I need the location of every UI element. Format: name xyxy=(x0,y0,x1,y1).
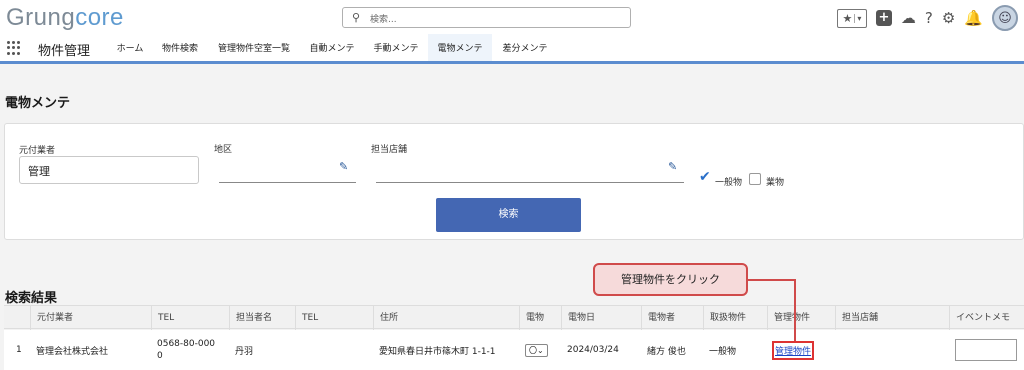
tab-auto-maintenance[interactable]: 自動メンテ xyxy=(302,34,362,64)
row-kanri-cell: 管理物件 xyxy=(767,330,835,370)
tanto-store-label: 担当店舗 xyxy=(371,145,408,155)
row-tel1-line1: 0568-80-000 xyxy=(157,339,216,349)
app-logo[interactable]: Grungcore xyxy=(6,4,124,32)
col-event-memo[interactable]: イベントメモ xyxy=(949,306,1024,330)
col-tanto-store[interactable]: 担当店舗 xyxy=(835,306,949,330)
favorites-button[interactable]: ★ ▾ xyxy=(836,8,867,28)
app-launcher-icon[interactable] xyxy=(7,41,21,55)
tab-diff-maintenance[interactable]: 差分メンテ xyxy=(496,34,554,64)
row-denbutsu-cell: 〇⌄ xyxy=(519,330,561,370)
row-toriatsukai: 一般物 xyxy=(709,346,737,357)
setup-assistant-icon[interactable]: ☁ xyxy=(901,10,916,26)
event-memo-input[interactable] xyxy=(955,339,1017,361)
row-tel1: 0568-80-000 0 xyxy=(151,330,229,370)
global-header: Grungcore ⚲ 検索... ★ ▾ + ☁ ? ⚙ 🔔 ☺ xyxy=(0,0,1024,34)
app-name: 物件管理 xyxy=(38,44,91,59)
col-index xyxy=(4,306,30,330)
bell-icon[interactable]: 🔔 xyxy=(964,10,983,26)
col-toriatsukai[interactable]: 取扱物件 xyxy=(703,306,767,330)
chiku-pencil-icon[interactable]: ✎ xyxy=(339,160,348,173)
col-motozuke[interactable]: 元付業者 xyxy=(30,306,151,330)
search-placeholder: 検索... xyxy=(370,15,397,25)
tab-denbutsu-maintenance[interactable]: 電物メンテ xyxy=(428,34,492,64)
denbutsu-select[interactable]: 〇⌄ xyxy=(525,343,548,357)
motozuke-label: 元付業者 xyxy=(19,146,56,156)
help-icon[interactable]: ? xyxy=(925,10,933,26)
chevron-down-icon: ▾ xyxy=(854,13,861,23)
chevron-down-icon: ⌄ xyxy=(537,345,544,355)
tab-vacancy-list[interactable]: 管理物件空室一覧 xyxy=(210,34,298,64)
col-kanri[interactable]: 管理物件 xyxy=(767,306,835,330)
row-event-memo-cell xyxy=(949,330,1024,370)
chiku-label: 地区 xyxy=(214,145,233,155)
col-address[interactable]: 住所 xyxy=(373,306,519,330)
search-button[interactable]: 検索 xyxy=(436,198,581,232)
col-tel2[interactable]: TEL xyxy=(295,306,373,330)
kanri-property-link[interactable]: 管理物件 xyxy=(772,340,815,360)
col-tel1[interactable]: TEL xyxy=(151,306,229,330)
col-tanto[interactable]: 担当者名 xyxy=(229,306,295,330)
app-nav-bar: 物件管理 ホーム 物件検索 管理物件空室一覧 自動メンテ 手動メンテ 電物メンテ… xyxy=(0,34,1024,64)
gyo-checkbox[interactable] xyxy=(749,173,761,185)
motozuke-input[interactable]: 管理 xyxy=(19,156,199,184)
row-denbutsu-person: 緒方 俊也 xyxy=(647,346,686,357)
logo-suffix: core xyxy=(75,4,124,31)
row-denbutsu-date: 2024/03/24 xyxy=(567,345,619,355)
results-title: 検索結果 xyxy=(5,291,58,306)
results-table-header: 元付業者 TEL 担当者名 TEL 住所 電物 電物日 電物者 取扱物件 管理物… xyxy=(4,305,1024,330)
row-address: 愛知県春日井市篠木町 1-1-1 xyxy=(379,346,496,357)
add-icon[interactable]: + xyxy=(875,10,892,26)
ippan-checkbox-label: 一般物 xyxy=(715,178,743,188)
row-tanto-store xyxy=(835,330,949,370)
row-tel1-line2: 0 xyxy=(157,351,163,361)
instruction-callout: 管理物件をクリック xyxy=(593,263,748,296)
col-denbutsu-person[interactable]: 電物者 xyxy=(641,306,703,330)
tab-property-search[interactable]: 物件検索 xyxy=(155,34,205,64)
star-icon: ★ xyxy=(842,11,853,25)
row-tel2 xyxy=(295,330,373,370)
gyo-checkbox-label: 業物 xyxy=(766,178,785,188)
row-tanto: 丹羽 xyxy=(235,346,254,357)
logo-prefix: Grung xyxy=(6,4,76,31)
chiku-input[interactable] xyxy=(219,157,356,183)
tanto-store-input[interactable] xyxy=(376,157,684,183)
ippan-checkbox[interactable]: ✔ xyxy=(698,170,711,184)
page-title: 電物メンテ xyxy=(5,96,71,111)
global-search-input[interactable]: ⚲ 検索... xyxy=(342,7,631,28)
col-denbutsu-date[interactable]: 電物日 xyxy=(561,306,641,330)
tanto-store-pencil-icon[interactable]: ✎ xyxy=(668,160,677,173)
header-icon-group: ★ ▾ + ☁ ? ⚙ 🔔 ☺ xyxy=(836,5,1018,31)
tab-manual-maintenance[interactable]: 手動メンテ xyxy=(366,34,426,64)
tab-home[interactable]: ホーム xyxy=(110,34,150,64)
row-index: 1 xyxy=(16,345,22,355)
table-row: 1 管理会社株式会社 0568-80-000 0 丹羽 愛知県春日井市篠木町 1… xyxy=(4,330,1024,370)
col-denbutsu[interactable]: 電物 xyxy=(519,306,561,330)
search-icon: ⚲ xyxy=(352,11,361,24)
gear-icon[interactable]: ⚙ xyxy=(942,10,955,26)
denbutsu-select-value: 〇 xyxy=(529,345,537,355)
avatar[interactable]: ☺ xyxy=(992,5,1018,31)
callout-connector-vertical xyxy=(794,279,796,341)
callout-connector-horizontal xyxy=(748,279,796,281)
row-motozuke: 管理会社株式会社 xyxy=(36,346,109,357)
